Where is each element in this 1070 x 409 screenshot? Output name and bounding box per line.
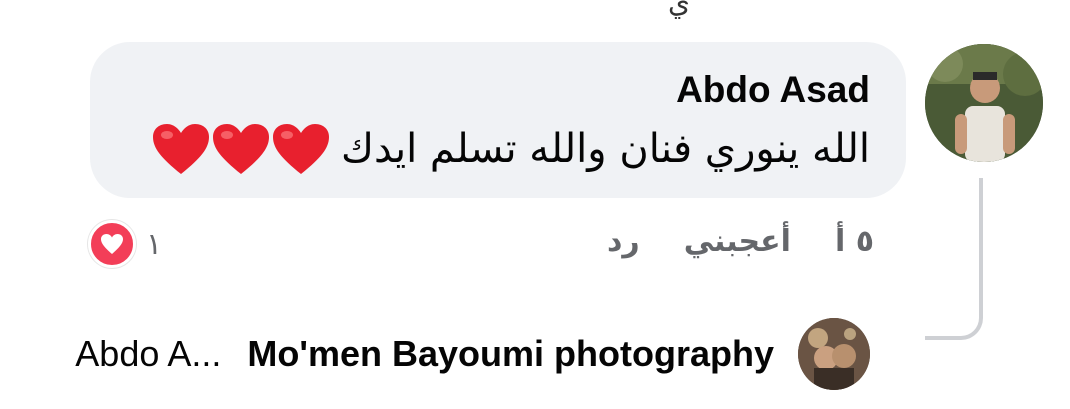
avatar-photo: [925, 44, 1043, 162]
reply-thread-line: [925, 178, 983, 340]
previous-comment-fragment: ي: [668, 0, 690, 19]
reply-button[interactable]: رد: [607, 224, 640, 259]
reply-text[interactable]: Abdo A... Mo'men Bayoumi photography: [75, 333, 774, 375]
love-reaction-icon: [88, 220, 136, 268]
heart-emojis: [151, 122, 331, 176]
reaction-summary[interactable]: ١: [88, 220, 162, 268]
commenter-avatar[interactable]: [925, 44, 1043, 162]
heart-icon: [272, 124, 329, 174]
reply-snippet: Abdo A...: [75, 333, 222, 374]
reply-author-name[interactable]: Mo'men Bayoumi photography: [247, 333, 774, 374]
comment-body: الله ينوري فنان والله تسلم ايدك: [130, 122, 870, 176]
comment-text: الله ينوري فنان والله تسلم ايدك: [340, 126, 870, 172]
reply-avatar-photo: [798, 318, 870, 390]
reaction-count: ١: [146, 226, 163, 262]
comment-timestamp[interactable]: ٥ أ: [835, 224, 874, 259]
heart-icon: [212, 124, 269, 174]
like-button[interactable]: أعجبني: [684, 224, 791, 259]
reply-preview[interactable]: Abdo A... Mo'men Bayoumi photography: [75, 318, 870, 390]
heart-icon: [152, 124, 209, 174]
comment-actions: ٥ أ أعجبني رد: [607, 224, 874, 259]
comment-bubble[interactable]: Abdo Asad الله ينوري فنان والله تسلم ايد…: [90, 42, 906, 198]
reply-author-avatar[interactable]: [798, 318, 870, 390]
comment-author[interactable]: Abdo Asad: [130, 68, 870, 112]
